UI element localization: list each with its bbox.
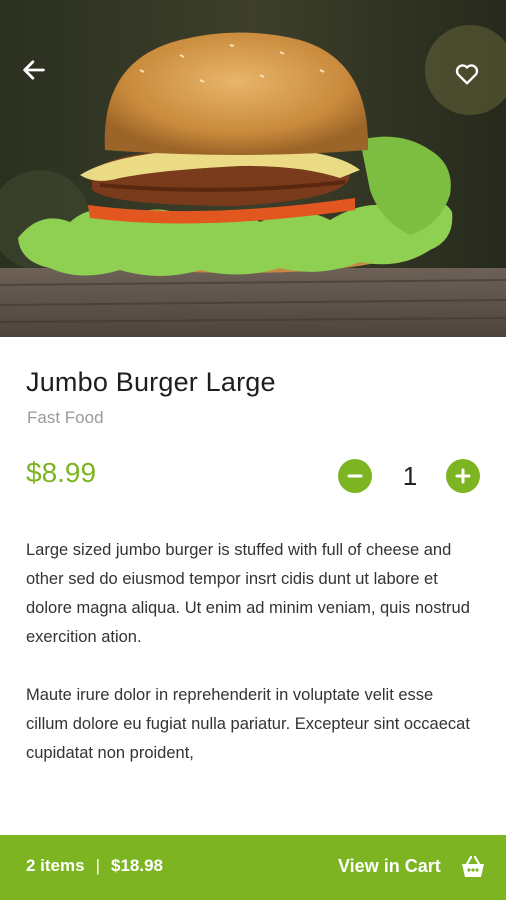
cart-item-count: 2 items xyxy=(26,856,85,875)
view-cart-label: View in Cart xyxy=(338,856,441,876)
view-cart-bar[interactable]: 2 items | $18.98 View in Cart xyxy=(0,835,506,900)
product-image xyxy=(0,0,506,337)
product-details: Jumbo Burger Large Fast Food $8.99 1 Lar… xyxy=(0,337,506,835)
product-description-paragraph: Maute irure dolor in reprehenderit in vo… xyxy=(26,686,470,762)
quantity-value: 1 xyxy=(402,461,418,491)
cart-total: $18.98 xyxy=(111,856,164,875)
favorite-button[interactable] xyxy=(447,54,487,94)
quantity-stepper: 1 xyxy=(338,459,483,495)
product-category: Fast Food xyxy=(27,408,104,427)
product-description-paragraph: Large sized jumbo burger is stuffed with… xyxy=(26,541,470,646)
cart-summary: 2 items | $18.98 xyxy=(26,856,163,876)
back-button[interactable] xyxy=(14,50,54,90)
cart-separator: | xyxy=(95,856,101,875)
decrease-quantity-button[interactable] xyxy=(338,459,372,493)
product-price: $8.99 xyxy=(26,457,97,488)
burger-photo xyxy=(0,0,506,337)
increase-quantity-button[interactable] xyxy=(446,459,480,493)
plus-icon xyxy=(455,468,471,484)
basket-icon xyxy=(462,855,484,877)
arrow-left-icon xyxy=(23,60,45,80)
heart-icon xyxy=(455,64,479,85)
product-title: Jumbo Burger Large xyxy=(26,367,276,397)
minus-icon xyxy=(347,474,363,478)
